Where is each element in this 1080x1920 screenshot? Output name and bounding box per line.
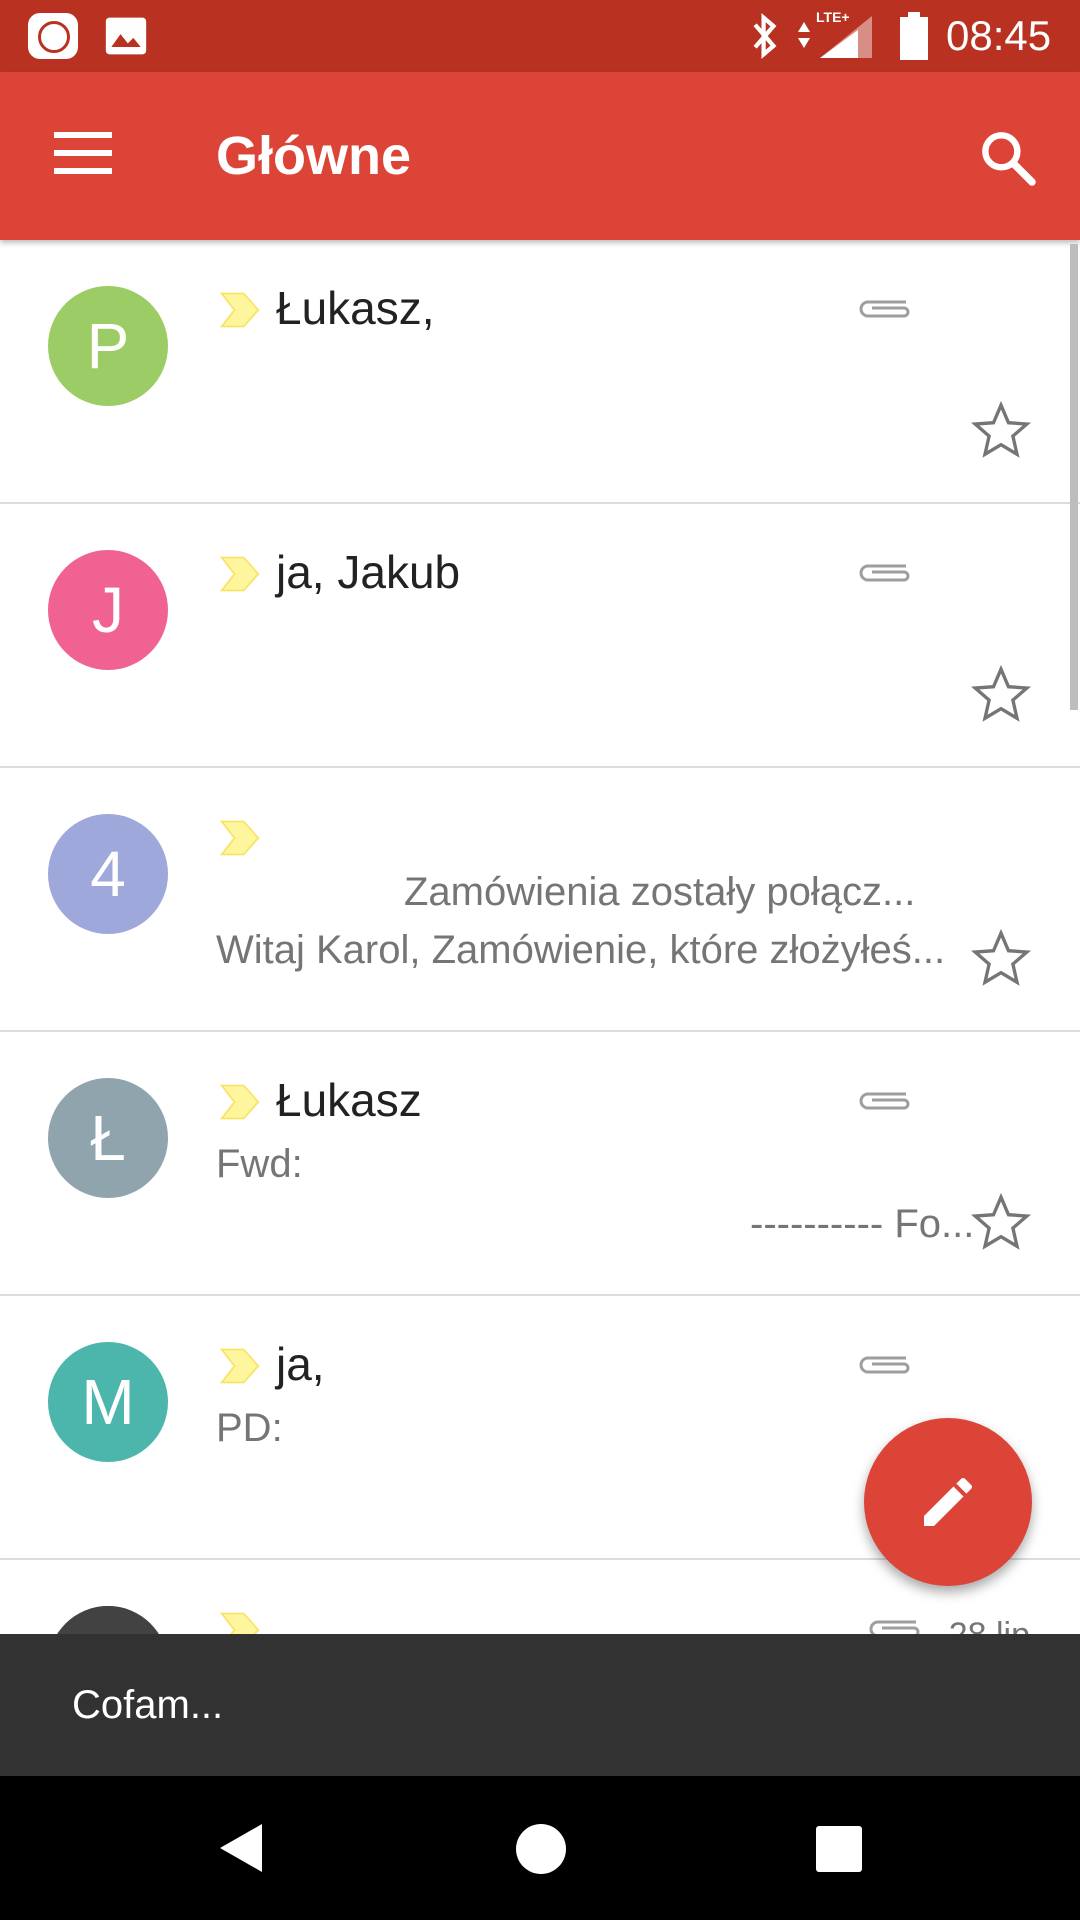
- avatar[interactable]: P: [48, 286, 168, 406]
- sender: ja, Jakub: [276, 546, 461, 598]
- important-marker-icon[interactable]: [218, 1344, 262, 1388]
- sender: ja,: [276, 1338, 325, 1390]
- clock: 08:45: [946, 12, 1052, 59]
- star-icon[interactable]: [970, 400, 1032, 462]
- avatar[interactable]: Ł: [48, 1078, 168, 1198]
- snackbar-text: Cofam...: [72, 1683, 224, 1727]
- scrollbar[interactable]: [1070, 244, 1078, 710]
- svg-text:LTE+: LTE+: [816, 10, 850, 25]
- attachment-icon: [859, 300, 910, 318]
- avatar[interactable]: J: [48, 550, 168, 670]
- important-marker-icon[interactable]: [218, 552, 262, 596]
- avatar[interactable]: 4: [48, 814, 168, 934]
- app-bar: Główne: [0, 72, 1080, 240]
- avatar[interactable]: M: [48, 1342, 168, 1462]
- back-icon[interactable]: [212, 1818, 272, 1878]
- status-bar: LTE+ 08:45: [0, 0, 1080, 72]
- star-icon[interactable]: [970, 1192, 1032, 1254]
- important-marker-icon[interactable]: [218, 288, 262, 332]
- email-row[interactable]: P Łukasz,: [0, 240, 1080, 504]
- search-icon[interactable]: [976, 126, 1040, 190]
- attachment-icon: [859, 564, 910, 582]
- gallery-icon: [105, 17, 147, 55]
- compose-button[interactable]: [864, 1418, 1032, 1586]
- important-marker-icon[interactable]: [218, 816, 262, 860]
- attachment-icon: [859, 1092, 910, 1110]
- snackbar: Cofam...: [0, 1634, 1080, 1776]
- email-row[interactable]: Ł Łukasz Fwd: ---------- Fo...: [0, 1032, 1080, 1296]
- sender: Łukasz: [276, 1074, 422, 1126]
- bluetooth-icon: [753, 13, 777, 59]
- important-marker-icon[interactable]: [218, 1080, 262, 1124]
- snippet: Witaj Karol, Zamówienie, które złożyłeś.…: [216, 928, 946, 972]
- page-title: Główne: [216, 126, 412, 186]
- email-row[interactable]: J ja, Jakub: [0, 504, 1080, 768]
- star-icon[interactable]: [970, 928, 1032, 990]
- pencil-icon: [924, 1477, 973, 1526]
- menu-icon[interactable]: [54, 132, 112, 176]
- recent-apps-icon[interactable]: [816, 1826, 862, 1872]
- sender: Łukasz,: [276, 282, 435, 334]
- snippet: ---------- Fo...: [750, 1202, 975, 1246]
- subject: Fwd:: [216, 1142, 303, 1186]
- battery-icon: [900, 12, 928, 60]
- attachment-icon: [859, 1356, 910, 1374]
- subject: PD:: [216, 1406, 283, 1450]
- star-icon[interactable]: [970, 664, 1032, 726]
- navigation-bar: [0, 1776, 1080, 1920]
- mi-app-icon: [28, 13, 78, 59]
- lte-signal-icon: LTE+: [798, 10, 872, 58]
- home-icon[interactable]: [516, 1824, 566, 1874]
- subject: Zamówienia zostały połącz...: [404, 870, 916, 914]
- email-row[interactable]: 4 Zamówienia zostały połącz... Witaj Kar…: [0, 768, 1080, 1032]
